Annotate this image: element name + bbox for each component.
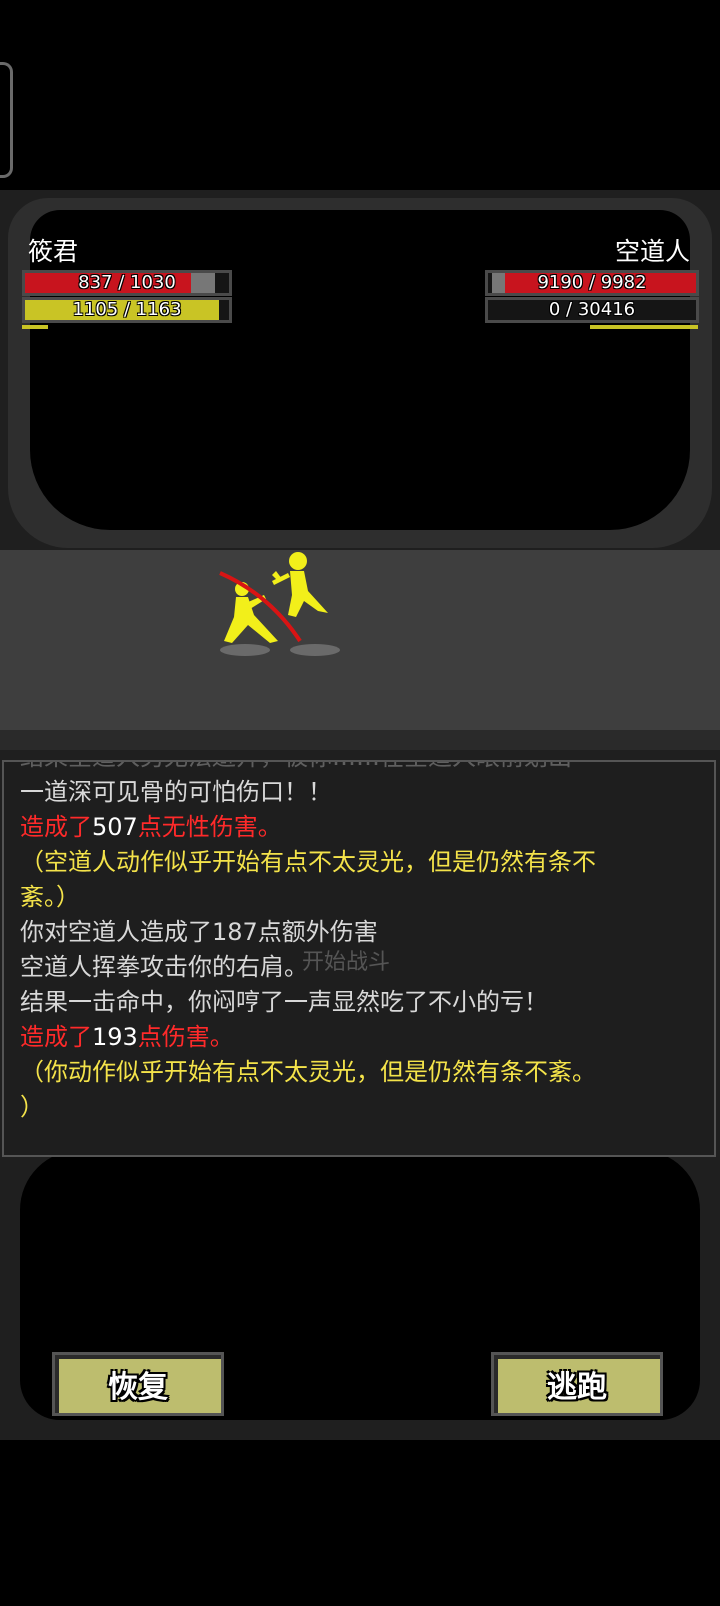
player-energy-tick <box>22 325 48 329</box>
log-line-cut: 结果空道人另无法避开，被你……在空道人眼前划出 <box>20 762 700 775</box>
side-menu-tab[interactable] <box>0 62 13 178</box>
bottom-area <box>0 1440 720 1606</box>
battle-log[interactable]: 开始战斗 结果空道人另无法避开，被你……在空道人眼前划出 一道深可见骨的可怕伤口… <box>2 760 716 1157</box>
log-damage-prefix: 造成了 <box>20 1023 92 1051</box>
log-line: 结果一击命中，你闷哼了一声显然吃了不小的亏！ <box>20 988 548 1016</box>
player-name: 筱君 <box>28 237 79 266</box>
button-bevel <box>55 1355 221 1413</box>
flee-button[interactable]: 逃跑 <box>491 1352 663 1416</box>
log-line: 空道人挥拳攻击你的右肩。 <box>20 953 308 981</box>
log-line-damage: 造成了193点伤害。 <box>20 1020 700 1055</box>
cave-shadow <box>30 210 690 530</box>
log-line-status: 紊。） <box>20 883 80 911</box>
log-damage-value: 193 <box>92 1023 138 1051</box>
enemy-name: 空道人 <box>614 237 690 266</box>
log-line: 一道深可见骨的可怕伤口！！ <box>20 778 332 806</box>
log-damage-value: 507 <box>92 813 138 841</box>
enemy-hp-text: 9190 / 9982 <box>537 272 647 293</box>
enemy-hp-bar: 9190 / 9982 <box>485 270 699 296</box>
log-line-damage: 造成了507点无性伤害。 <box>20 810 700 845</box>
player-hp-bar: 837 / 1030 <box>22 270 232 296</box>
top-bar <box>0 0 720 190</box>
log-line-status: （空道人动作似乎开始有点不太灵光，但是仍然有条不 <box>20 848 596 876</box>
enemy-fighter <box>272 552 328 617</box>
battle-ground <box>0 550 720 745</box>
battle-log-text: 结果空道人另无法避开，被你……在空道人眼前划出 一道深可见骨的可怕伤口！！ 造成… <box>20 762 700 1125</box>
recover-button[interactable]: 恢复 <box>52 1352 224 1416</box>
player-hp-text: 837 / 1030 <box>78 272 176 293</box>
log-damage-suffix: 点伤害。 <box>137 1023 234 1051</box>
enemy-mp-bar: 0 / 30416 <box>485 297 699 323</box>
log-line-status: （你动作似乎开始有点不太灵光，但是仍然有条不紊。 <box>20 1058 596 1086</box>
fighters-sprite <box>219 552 328 643</box>
player-mp-text: 1105 / 1163 <box>72 299 182 320</box>
player-mp-bar: 1105 / 1163 <box>22 297 232 323</box>
enemy-energy-bar <box>590 325 698 329</box>
enemy-mp-text: 0 / 30416 <box>548 299 636 320</box>
ground-edge <box>0 730 720 750</box>
log-damage-prefix: 造成了 <box>20 813 92 841</box>
log-damage-suffix: 点无性伤害。 <box>137 813 282 841</box>
button-bevel <box>494 1355 660 1413</box>
log-line-status: ） <box>20 1093 44 1121</box>
log-line: 你对空道人造成了187点额外伤害 <box>20 918 378 946</box>
